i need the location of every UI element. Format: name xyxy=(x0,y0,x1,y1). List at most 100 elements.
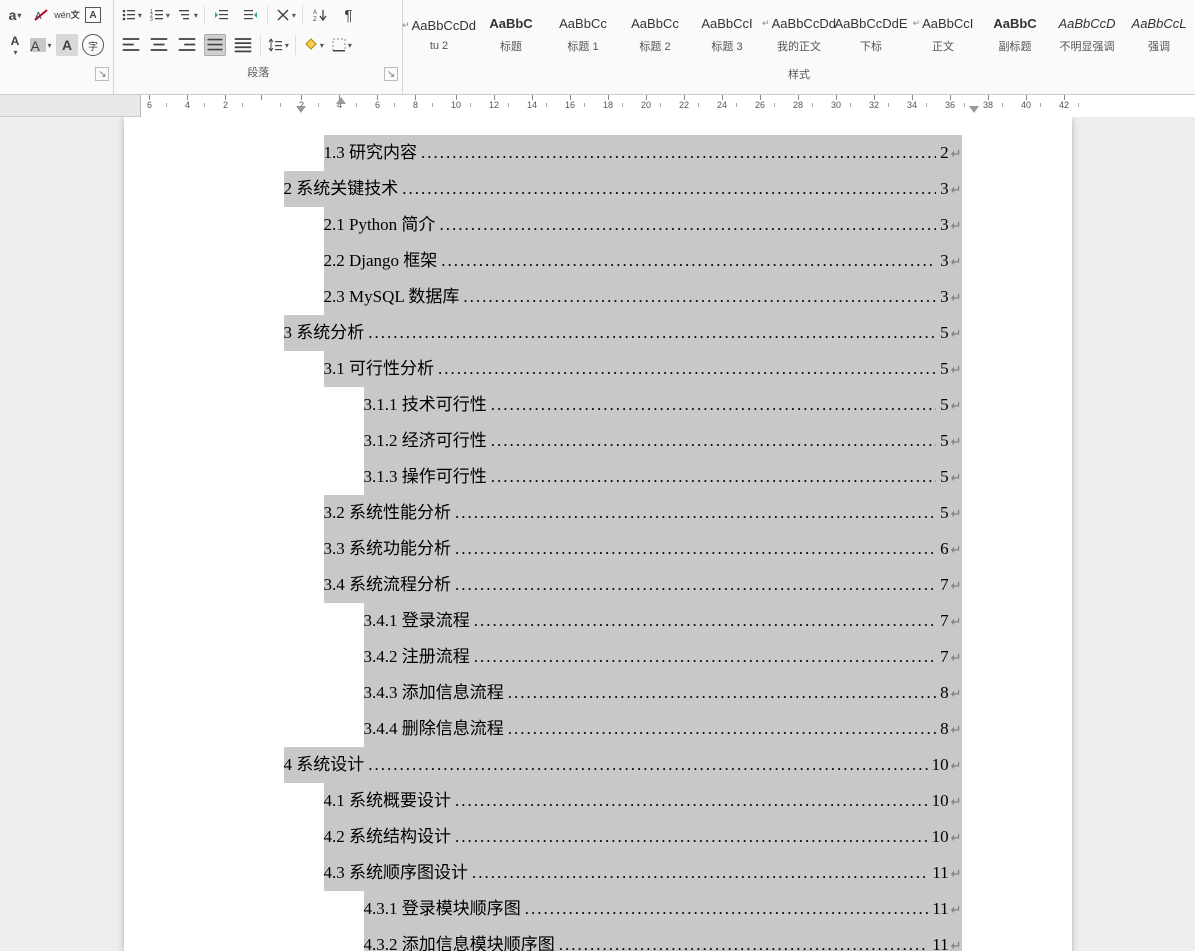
horizontal-ruler[interactable]: 6422468101214161820222426283032343638404… xyxy=(0,95,1195,117)
toc-leader: ........................................… xyxy=(463,279,936,314)
asian-layout-icon[interactable] xyxy=(274,4,296,26)
character-shading-icon[interactable]: A xyxy=(56,34,78,56)
paragraph-mark-icon: ↵ xyxy=(951,748,962,783)
toc-leader: ........................................… xyxy=(491,459,936,494)
toc-entry: 3.3 系统功能分析 .............................… xyxy=(324,531,962,567)
paragraph-mark-icon: ↵ xyxy=(951,316,962,351)
enclose-characters-icon[interactable]: 字 xyxy=(82,34,104,56)
paragraph-mark-icon: ↵ xyxy=(951,208,962,243)
style-name: 标题 2 xyxy=(639,38,670,54)
toc-page: 8 xyxy=(940,675,949,710)
paragraph-mark-icon: ↵ xyxy=(951,604,962,639)
right-indent-marker[interactable] xyxy=(969,106,979,113)
toc-text: 3.4 系统流程分析 xyxy=(324,567,452,602)
toc-leader: ........................................… xyxy=(441,243,936,278)
style-item-4[interactable]: AaBbCcI标题 3 xyxy=(691,4,763,62)
toc-entry: 3.4.2 注册流程 .............................… xyxy=(364,639,962,675)
document-area[interactable]: 1.3 研究内容 ...............................… xyxy=(0,117,1195,951)
style-item-6[interactable]: AaBbCcDdE下标 xyxy=(835,4,907,62)
multilevel-list-icon[interactable] xyxy=(176,4,198,26)
paragraph-mark-icon: ↵ xyxy=(951,928,962,951)
style-item-3[interactable]: AaBbCc标题 2 xyxy=(619,4,691,62)
style-name: 不明显强调 xyxy=(1060,38,1115,54)
toc-leader: ........................................… xyxy=(455,531,936,566)
left-indent-marker[interactable] xyxy=(296,106,306,113)
shading-icon[interactable] xyxy=(302,34,324,56)
numbering-icon[interactable]: 123 xyxy=(148,4,170,26)
show-marks-icon[interactable]: ¶ xyxy=(337,4,359,26)
line-spacing-icon[interactable] xyxy=(267,34,289,56)
toc-entry: 3.4.1 登录流程 .............................… xyxy=(364,603,962,639)
styles-group-label: 样式 xyxy=(788,66,810,82)
paragraph-mark-icon: ↵ xyxy=(951,280,962,315)
align-distributed-icon[interactable] xyxy=(232,34,254,56)
toc-text: 4.2 系统结构设计 xyxy=(324,819,452,854)
paragraph-mark-icon: ↵ xyxy=(951,244,962,279)
style-item-7[interactable]: ↵AaBbCcI正文 xyxy=(907,4,979,62)
toc-leader: ........................................… xyxy=(438,351,936,386)
toc-entry: 4 系统设计 .................................… xyxy=(284,747,962,783)
toc-text: 4.1 系统概要设计 xyxy=(324,783,452,818)
toc-page: 11 xyxy=(932,855,948,890)
toc-text: 2.2 Django 框架 xyxy=(324,243,438,278)
toc-page: 7 xyxy=(940,567,949,602)
page: 1.3 研究内容 ...............................… xyxy=(124,117,1072,951)
toc-page: 5 xyxy=(940,387,949,422)
style-name: 标题 xyxy=(500,38,522,54)
toc-text: 4 系统设计 xyxy=(284,747,365,782)
character-border-icon[interactable]: A xyxy=(82,4,104,26)
style-item-10[interactable]: AaBbCcL强调 xyxy=(1123,4,1195,62)
style-item-0[interactable]: ↵AaBbCcDdtu 2 xyxy=(403,4,475,62)
toc-leader: ........................................… xyxy=(525,891,928,926)
align-right-icon[interactable] xyxy=(176,34,198,56)
style-item-9[interactable]: AaBbCcD不明显强调 xyxy=(1051,4,1123,62)
increase-indent-icon[interactable] xyxy=(239,4,261,26)
toc-page: 3 xyxy=(940,243,949,278)
toc-page: 5 xyxy=(940,351,949,386)
font-dialog-launcher-icon[interactable]: ↘ xyxy=(95,67,109,81)
highlight-color-icon[interactable]: A xyxy=(30,34,52,56)
styles-gallery[interactable]: ↵AaBbCcDdtu 2AaBbC标题AaBbCc标题 1AaBbCc标题 2… xyxy=(403,0,1195,62)
toc-page: 3 xyxy=(940,207,949,242)
phonetic-guide-icon[interactable]: wén文 xyxy=(56,4,78,26)
style-item-5[interactable]: ↵AaBbCcDd我的正文 xyxy=(763,4,835,62)
svg-text:3: 3 xyxy=(150,17,153,23)
toc-entry: 3.1.2 经济可行性 ............................… xyxy=(364,423,962,459)
toc-text: 1.3 研究内容 xyxy=(324,135,418,170)
paragraph-group: 123 AZ ¶ 段落 ↘ xyxy=(114,0,403,94)
toc-page: 5 xyxy=(940,315,949,350)
toc-leader: ........................................… xyxy=(368,315,936,350)
align-justify-icon[interactable] xyxy=(204,34,226,56)
paragraph-mark-icon: ↵ xyxy=(951,712,962,747)
decrease-indent-icon[interactable] xyxy=(211,4,233,26)
font-color-icon[interactable]: A xyxy=(4,34,26,56)
sort-icon[interactable]: AZ xyxy=(309,4,331,26)
align-center-icon[interactable] xyxy=(148,34,170,56)
toc-text: 3.4.3 添加信息流程 xyxy=(364,675,504,710)
toc-page: 5 xyxy=(940,459,949,494)
paragraph-mark-icon: ↵ xyxy=(951,352,962,387)
align-left-icon[interactable] xyxy=(120,34,142,56)
toc-entry: 3.4.3 添加信息流程 ...........................… xyxy=(364,675,962,711)
toc-entry: 4.3.2 添加信息模块顺序图 ........................… xyxy=(364,927,962,951)
font-size-dropdown[interactable]: a xyxy=(4,4,26,26)
toc-entry: 3 系统分析 .................................… xyxy=(284,315,962,351)
clear-formatting-icon[interactable]: A xyxy=(30,4,52,26)
toc-entry: 2 系统关键技术 ...............................… xyxy=(284,171,962,207)
toc-leader: ........................................… xyxy=(455,567,936,602)
toc-entry: 3.1.3 操作可行性 ............................… xyxy=(364,459,962,495)
toc-leader: ........................................… xyxy=(474,639,936,674)
style-item-8[interactable]: AaBbC副标题 xyxy=(979,4,1051,62)
style-name: tu 2 xyxy=(430,40,448,52)
toc-entry: 2.2 Django 框架 ..........................… xyxy=(324,243,962,279)
toc-leader: ........................................… xyxy=(455,819,928,854)
bullets-icon[interactable] xyxy=(120,4,142,26)
paragraph-dialog-launcher-icon[interactable]: ↘ xyxy=(384,67,398,81)
style-item-2[interactable]: AaBbCc标题 1 xyxy=(547,4,619,62)
toc-page: 11 xyxy=(932,891,948,926)
style-name: 标题 1 xyxy=(567,38,598,54)
toc-page: 3 xyxy=(940,171,949,206)
style-item-1[interactable]: AaBbC标题 xyxy=(475,4,547,62)
first-line-indent-marker[interactable] xyxy=(336,97,346,104)
borders-icon[interactable] xyxy=(330,34,352,56)
